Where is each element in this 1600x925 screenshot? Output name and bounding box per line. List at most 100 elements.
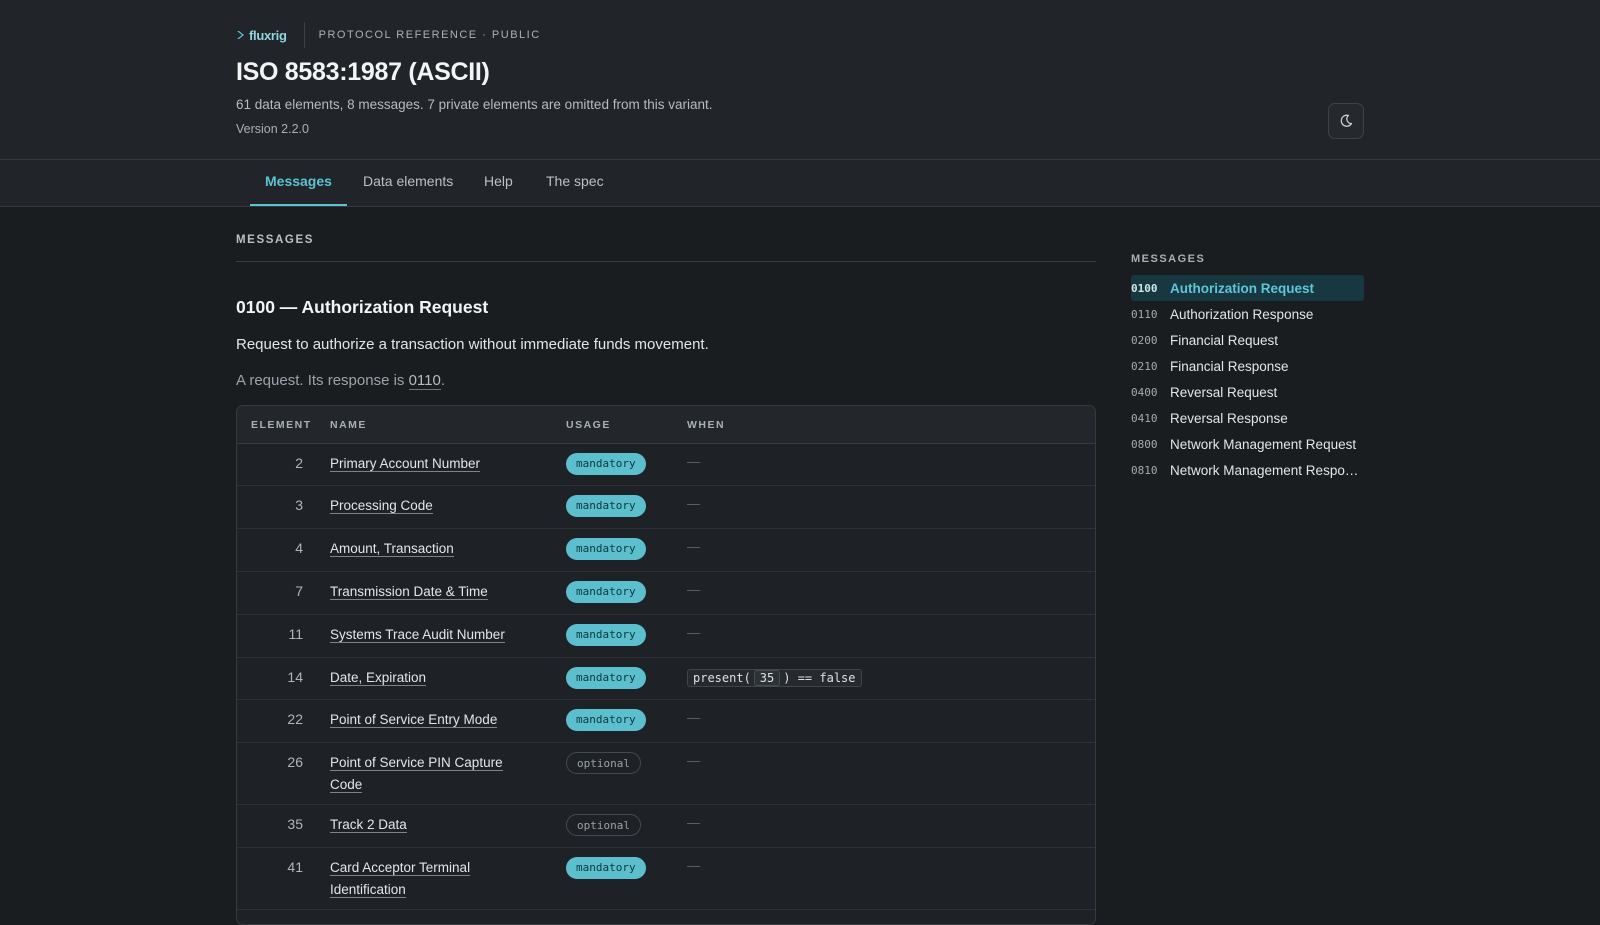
toc-item-0410[interactable]: 0410 Reversal Response — [1131, 405, 1364, 431]
element-name-link[interactable]: Date, Expiration — [330, 670, 427, 686]
tab-messages[interactable]: Messages — [250, 160, 347, 206]
element-number: 3 — [295, 497, 303, 513]
toc-item-0210[interactable]: 0210 Financial Response — [1131, 353, 1364, 379]
when-cell: — — [687, 815, 700, 830]
element-name-cell: Primary Account Number — [330, 453, 520, 475]
page-subtitle: 61 data elements, 8 messages. 7 private … — [236, 97, 713, 112]
toc-item-0100[interactable]: 0100 Authorization Request — [1131, 275, 1364, 301]
element-name-cell: Date, Expiration — [330, 667, 520, 689]
when-cell: — — [687, 858, 700, 873]
when-cell: — — [687, 710, 700, 725]
tab-the-spec[interactable]: The spec — [531, 160, 619, 206]
element-name-link[interactable]: Transmission Date & Time — [330, 584, 488, 600]
element-name-link[interactable]: Processing Code — [330, 498, 433, 514]
message-note-suffix: . — [440, 372, 446, 389]
toc-item-name: Financial Request — [1170, 332, 1279, 348]
when-cell: present(35) == false — [687, 669, 862, 687]
toc-item-code: 0800 — [1131, 437, 1158, 451]
brand-row: fluxrig PROTOCOL REFERENCE · PUBLIC — [236, 22, 541, 48]
usage-badge: mandatory — [566, 495, 646, 517]
usage-badge: mandatory — [566, 453, 646, 475]
toc-item-code: 0210 — [1131, 359, 1158, 373]
logo-text: fluxrig — [249, 27, 287, 43]
table-row: 11 Systems Trace Audit Number mandatory — — [237, 615, 1095, 658]
tab-data-elements[interactable]: Data elements — [348, 160, 468, 206]
when-cell: — — [687, 753, 700, 768]
usage-badge: mandatory — [566, 538, 646, 560]
element-number: 35 — [287, 816, 303, 832]
toc-item-0400[interactable]: 0400 Reversal Request — [1131, 379, 1364, 405]
breadcrumb: PROTOCOL REFERENCE · PUBLIC — [318, 29, 541, 41]
tab-help[interactable]: Help — [469, 160, 528, 206]
logo[interactable]: fluxrig — [236, 22, 305, 48]
section-label: MESSAGES — [236, 234, 314, 246]
response-link[interactable]: 0110 — [408, 372, 441, 390]
element-number: 7 — [295, 583, 303, 599]
toc-item-name: Network Management Response — [1170, 462, 1364, 478]
tab-bar: Messages Data elements Help The spec — [0, 160, 1600, 207]
element-name-link[interactable]: Point of Service PIN Capture Code — [330, 755, 503, 793]
toc-label: MESSAGES — [1131, 253, 1206, 265]
message-heading: 0100 — Authorization Request — [236, 297, 489, 317]
message-note-prefix: A request. Its response is — [236, 372, 409, 389]
usage-badge: mandatory — [566, 624, 646, 646]
toc-item-code: 0100 — [1131, 281, 1158, 295]
column-header-element: ELEMENT — [251, 419, 312, 431]
condition-code-before: present( — [693, 671, 751, 685]
element-name-link[interactable]: Systems Trace Audit Number — [330, 627, 505, 643]
element-number: 2 — [295, 455, 303, 471]
message-note: A request. Its response is 0110. — [236, 372, 446, 390]
theme-toggle-button[interactable] — [1328, 103, 1364, 139]
table-header: ELEMENT NAME USAGE WHEN — [237, 406, 1095, 444]
toc-item-name: Financial Response — [1170, 358, 1289, 374]
toc-item-0810[interactable]: 0810 Network Management Response — [1131, 457, 1364, 483]
toc-item-code: 0200 — [1131, 333, 1158, 347]
table-row: 35 Track 2 Data optional — — [237, 805, 1095, 848]
toc-item-0110[interactable]: 0110 Authorization Response — [1131, 301, 1364, 327]
toc-item-code: 0110 — [1131, 307, 1158, 321]
usage-badge: mandatory — [566, 709, 646, 731]
element-name-cell: Amount, Transaction — [330, 538, 520, 560]
when-cell: — — [687, 582, 700, 597]
column-header-when: WHEN — [687, 419, 726, 431]
table-body: 2 Primary Account Number mandatory — 3 Proces… — [237, 444, 1095, 910]
table-row: 7 Transmission Date & Time mandatory — — [237, 572, 1095, 615]
when-cell: — — [687, 625, 700, 640]
toc-item-code: 0810 — [1131, 463, 1158, 477]
usage-badge: mandatory — [566, 581, 646, 603]
toc-item-0800[interactable]: 0800 Network Management Request — [1131, 431, 1364, 457]
toc-item-name: Reversal Response — [1170, 410, 1288, 426]
element-name-cell: Point of Service Entry Mode — [330, 709, 520, 731]
table-row: 3 Processing Code mandatory — — [237, 486, 1095, 529]
element-name-link[interactable]: Amount, Transaction — [330, 541, 454, 557]
element-name-cell: Systems Trace Audit Number — [330, 624, 520, 646]
table-row: 22 Point of Service Entry Mode mandatory — — [237, 700, 1095, 743]
when-cell: — — [687, 454, 700, 469]
element-name-cell: Processing Code — [330, 495, 520, 517]
toc-item-0200[interactable]: 0200 Financial Request — [1131, 327, 1364, 353]
toc-item-name: Authorization Response — [1170, 306, 1314, 322]
usage-badge: optional — [566, 752, 641, 774]
message-description: Request to authorize a transaction witho… — [236, 336, 709, 353]
condition-code-after: ) == false — [783, 671, 856, 685]
element-name-link[interactable]: Card Acceptor Terminal Identification — [330, 860, 471, 898]
toc-item-name: Authorization Request — [1170, 280, 1314, 296]
element-name-link[interactable]: Track 2 Data — [330, 817, 407, 833]
element-name-cell: Card Acceptor Terminal Identification — [330, 857, 520, 901]
page-header: fluxrig PROTOCOL REFERENCE · PUBLIC ISO … — [0, 0, 1600, 160]
version-label: Version 2.2.0 — [236, 122, 309, 136]
toc-item-code: 0400 — [1131, 385, 1158, 399]
element-name-link[interactable]: Point of Service Entry Mode — [330, 712, 498, 728]
table-row: 2 Primary Account Number mandatory — — [237, 444, 1095, 486]
elements-table: ELEMENT NAME USAGE WHEN 2 Primary Account… — [236, 405, 1096, 925]
toc-item-name: Network Management Request — [1170, 436, 1357, 452]
condition-element-ref[interactable]: 35 — [753, 670, 781, 686]
table-row: 14 Date, Expiration mandatory present(35) =… — [237, 658, 1095, 700]
usage-badge: mandatory — [566, 667, 646, 689]
when-cell: — — [687, 539, 700, 554]
table-row: 4 Amount, Transaction mandatory — — [237, 529, 1095, 572]
element-name-cell: Transmission Date & Time — [330, 581, 520, 603]
toc-item-name: Reversal Request — [1170, 384, 1278, 400]
element-number: 26 — [287, 754, 303, 770]
element-name-link[interactable]: Primary Account Number — [330, 456, 481, 472]
